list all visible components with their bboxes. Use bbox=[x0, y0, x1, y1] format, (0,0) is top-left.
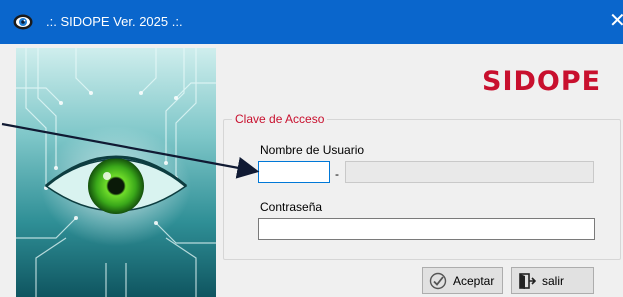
username-separator: - bbox=[335, 167, 339, 181]
circuit-eye-image bbox=[16, 48, 216, 297]
exit-door-icon bbox=[519, 272, 536, 289]
group-legend: Clave de Acceso bbox=[232, 112, 328, 126]
accept-button-label: Aceptar bbox=[453, 273, 495, 288]
title-bar: .:. SIDOPE Ver. 2025 .:. ✕ bbox=[0, 0, 623, 44]
check-icon bbox=[429, 272, 447, 289]
password-label: Contraseña bbox=[260, 200, 323, 214]
sidope-logo: SIDOPE bbox=[482, 66, 602, 97]
accept-button[interactable]: Aceptar bbox=[422, 267, 503, 294]
exit-button[interactable]: salir bbox=[511, 267, 594, 294]
eye-icon bbox=[13, 14, 33, 30]
close-button[interactable]: ✕ bbox=[609, 6, 623, 36]
username-input[interactable] bbox=[258, 161, 330, 183]
username-label: Nombre de Usuario bbox=[260, 143, 365, 157]
username-display-field bbox=[345, 161, 594, 183]
window-title: .:. SIDOPE Ver. 2025 .:. bbox=[46, 14, 183, 29]
password-input[interactable] bbox=[258, 218, 595, 240]
exit-button-label: salir bbox=[542, 273, 565, 288]
